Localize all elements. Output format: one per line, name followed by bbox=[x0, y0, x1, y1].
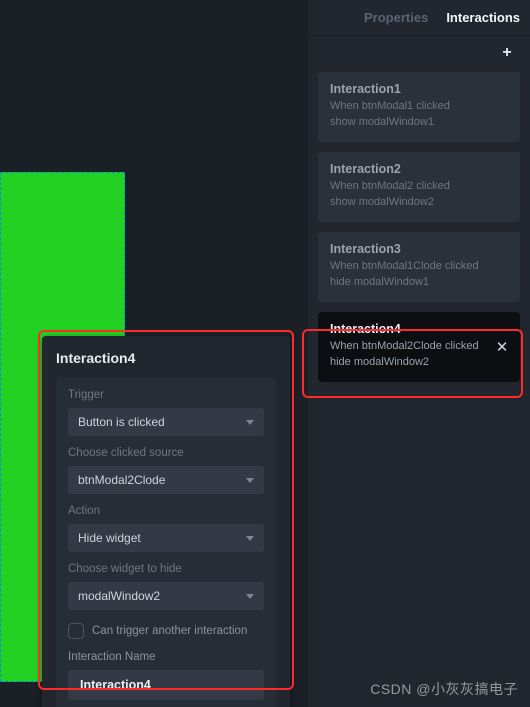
chevron-down-icon bbox=[246, 420, 254, 425]
interaction-card-title: Interaction1 bbox=[330, 82, 508, 96]
chevron-down-icon bbox=[246, 594, 254, 599]
interaction-card-line: show modalWindow1 bbox=[330, 115, 508, 131]
plus-icon: + bbox=[502, 44, 511, 62]
delete-interaction-button[interactable]: ✕ bbox=[494, 339, 510, 355]
label-target: Choose widget to hide bbox=[68, 563, 264, 575]
interaction-card-line: When btnModal2Clode clicked bbox=[330, 339, 486, 355]
select-value: Hide widget bbox=[78, 531, 141, 545]
label-action: Action bbox=[68, 505, 264, 517]
interaction-card-title: Interaction3 bbox=[330, 242, 508, 256]
select-target[interactable]: modalWindow2 bbox=[68, 582, 264, 610]
interaction-card-line: hide modalWindow1 bbox=[330, 275, 508, 291]
label-trigger: Trigger bbox=[68, 389, 264, 401]
interaction-card[interactable]: Interaction3 When btnModal1Clode clicked… bbox=[318, 232, 520, 302]
interaction-card[interactable]: Interaction2 When btnModal2 clicked show… bbox=[318, 152, 520, 222]
label-can-trigger: Can trigger another interaction bbox=[92, 625, 247, 637]
interaction-card-line: When btnModal1Clode clicked bbox=[330, 259, 508, 275]
inspector-panel: Properties Interactions + Interaction1 W… bbox=[308, 0, 530, 707]
select-value: Button is clicked bbox=[78, 415, 165, 429]
checkbox-can-trigger[interactable] bbox=[68, 623, 84, 639]
inspector-tabs: Properties Interactions bbox=[308, 0, 530, 36]
select-trigger[interactable]: Button is clicked bbox=[68, 408, 264, 436]
tab-interactions[interactable]: Interactions bbox=[446, 10, 520, 25]
interaction-card[interactable]: Interaction1 When btnModal1 clicked show… bbox=[318, 72, 520, 142]
detail-title: Interaction4 bbox=[56, 350, 276, 366]
select-value: modalWindow2 bbox=[78, 589, 160, 603]
label-interaction-name: Interaction Name bbox=[68, 651, 264, 663]
watermark: CSDN @小灰灰搞电子 bbox=[370, 679, 518, 699]
interaction-card-line: When btnModal1 clicked bbox=[330, 99, 508, 115]
interaction-card-title: Interaction2 bbox=[330, 162, 508, 176]
select-value: btnModal2Clode bbox=[78, 473, 165, 487]
add-interaction-button[interactable]: + bbox=[498, 44, 516, 62]
select-source[interactable]: btnModal2Clode bbox=[68, 466, 264, 494]
interaction-card-selected[interactable]: Interaction4 When btnModal2Clode clicked… bbox=[318, 312, 520, 382]
tab-properties[interactable]: Properties bbox=[364, 10, 428, 25]
add-row: + bbox=[308, 36, 530, 68]
interaction-card-title: Interaction4 bbox=[330, 322, 486, 336]
interaction-card-line: hide modalWindow2 bbox=[330, 355, 486, 371]
chevron-down-icon bbox=[246, 536, 254, 541]
label-source: Choose clicked source bbox=[68, 447, 264, 459]
interaction-card-line: show modalWindow2 bbox=[330, 195, 508, 211]
chevron-down-icon bbox=[246, 478, 254, 483]
input-value: Interaction4 bbox=[80, 678, 151, 692]
can-trigger-row[interactable]: Can trigger another interaction bbox=[68, 623, 264, 639]
interaction-card-line: When btnModal2 clicked bbox=[330, 179, 508, 195]
input-interaction-name[interactable]: Interaction4 bbox=[68, 670, 264, 700]
detail-form: Trigger Button is clicked Choose clicked… bbox=[56, 378, 276, 707]
interaction-detail-panel: Interaction4 Trigger Button is clicked C… bbox=[42, 336, 290, 707]
close-icon: ✕ bbox=[496, 338, 509, 356]
select-action[interactable]: Hide widget bbox=[68, 524, 264, 552]
interaction-list: Interaction1 When btnModal1 clicked show… bbox=[308, 68, 530, 382]
